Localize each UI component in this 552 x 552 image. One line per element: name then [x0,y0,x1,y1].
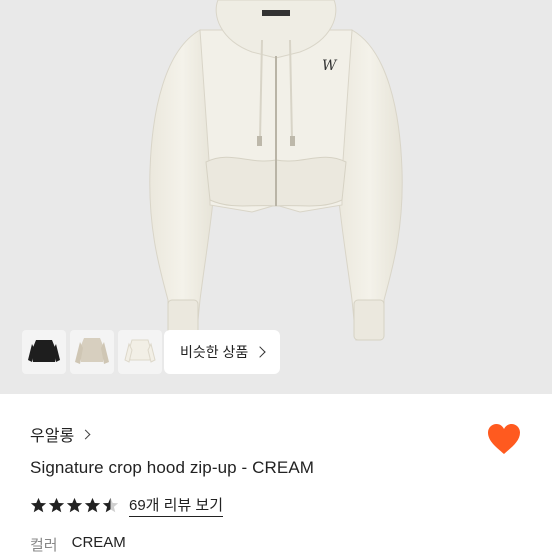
color-option: 컬러 CREAM [30,534,126,552]
svg-text:W: W [322,58,338,74]
star-icon [66,497,83,513]
heart-icon[interactable] [486,422,522,456]
brand-link[interactable]: 우알롱 [30,422,91,446]
chevron-right-icon [254,346,266,358]
hoodie-thumb-beige [75,338,109,364]
star-icon [30,497,47,513]
similar-products-label: 비슷한 상품 [180,344,249,360]
rating-row: 69개 리뷰 보기 [30,494,224,517]
hoodie-thumb-cream [124,339,156,363]
hoodie-thumb-black [28,340,60,362]
color-label: 컬러 [30,537,58,552]
star-rating [30,497,119,514]
brand-name: 우알롱 [30,428,75,445]
similar-products-button[interactable]: 비슷한 상품 [164,330,281,374]
color-value: CREAM [71,534,126,551]
thumbnail-black[interactable] [22,330,66,374]
star-icon [84,497,101,513]
review-link[interactable]: 69개 리뷰 보기 [129,494,224,517]
thumbnail-strip [22,330,162,374]
product-title: Signature crop hood zip-up - CREAM [30,458,315,477]
thumbnail-beige[interactable] [70,330,114,374]
star-half-icon [102,497,119,513]
star-icon [48,497,65,513]
thumbnail-cream[interactable] [118,330,162,374]
chevron-right-icon [80,429,91,439]
product-info: 우알롱 Signature crop hood zip-up - CREAM 6… [0,394,552,552]
